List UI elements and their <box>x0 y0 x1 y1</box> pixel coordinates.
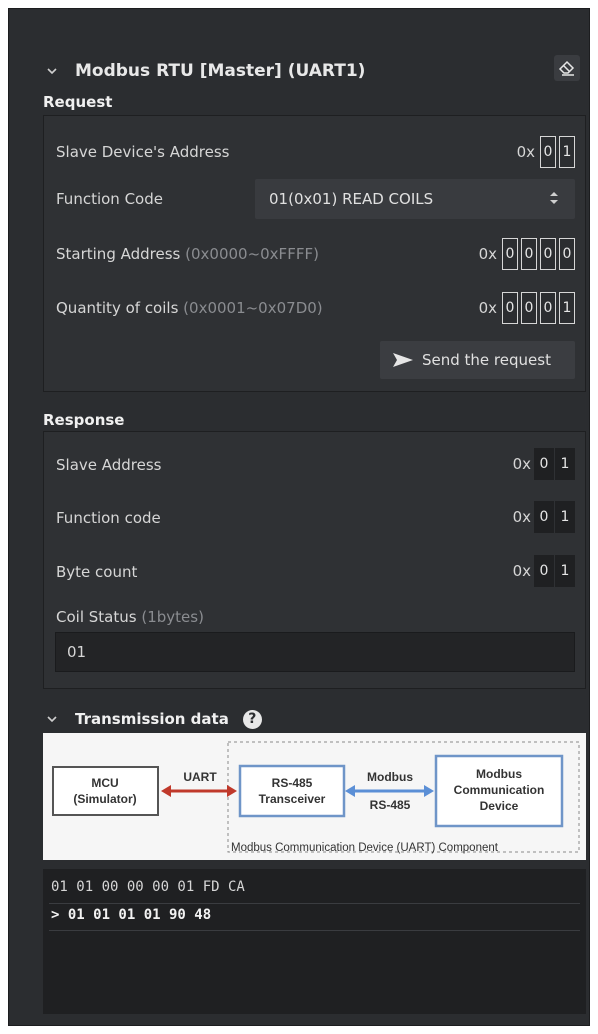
starting-address-input[interactable]: 0x 0 0 0 0 <box>479 236 575 272</box>
transmission-log: 01 01 00 00 00 01 FD CA > 01 01 01 01 90… <box>43 869 586 1014</box>
uart-arrow: UART <box>161 770 237 797</box>
eraser-icon[interactable] <box>554 55 580 81</box>
svg-text:Communication: Communication <box>454 783 545 797</box>
hex-digit[interactable]: 1 <box>559 292 575 324</box>
response-function-code-label: Function code <box>56 509 161 527</box>
svg-text:RS-485: RS-485 <box>272 776 313 790</box>
hex-digit: 0 <box>534 448 554 480</box>
panel-title: Modbus RTU [Master] (UART1) <box>75 61 366 81</box>
hex-digit[interactable]: 0 <box>502 238 518 270</box>
request-section: Slave Device's Address 0x 0 1 Function C… <box>43 115 586 392</box>
starting-address-label: Starting Address (0x0000~0xFFFF) <box>56 245 319 263</box>
component-caption: Modbus Communication Device (UART) Compo… <box>231 842 499 854</box>
hex-digit: 1 <box>555 501 575 533</box>
hex-digit[interactable]: 1 <box>559 136 575 168</box>
chevron-down-icon[interactable] <box>47 66 57 76</box>
request-label: Request <box>43 93 113 111</box>
chevron-down-icon[interactable] <box>47 714 57 724</box>
log-separator <box>49 930 580 931</box>
modbus-arrow: Modbus RS-485 <box>345 770 434 812</box>
function-code-label: Function Code <box>56 190 163 208</box>
svg-text:UART: UART <box>183 770 217 784</box>
byte-count-label: Byte count <box>56 563 138 581</box>
mcu-box: MCU (Simulator) <box>52 766 159 816</box>
hex-digit[interactable]: 0 <box>521 238 537 270</box>
hex-digit[interactable]: 0 <box>521 292 537 324</box>
svg-text:RS-485: RS-485 <box>370 798 411 812</box>
response-label: Response <box>43 411 125 429</box>
byte-count-value: 0x 0 1 <box>513 553 575 589</box>
response-function-code-value: 0x 0 1 <box>513 499 575 535</box>
send-request-button[interactable]: Send the request <box>380 341 575 379</box>
help-icon[interactable]: ? <box>242 709 262 729</box>
log-line-received: > 01 01 01 01 90 48 <box>51 907 212 923</box>
send-arrow-icon <box>393 353 413 367</box>
modbus-device-box: Modbus Communication Device <box>434 754 564 828</box>
transmission-header[interactable]: Transmission data ? <box>47 707 262 731</box>
component-diagram: MCU (Simulator) UART RS-485 Transceiver … <box>43 733 586 860</box>
hex-digit: 0 <box>534 555 554 587</box>
response-slave-address-label: Slave Address <box>56 456 162 474</box>
coil-status-field: 01 <box>55 632 575 672</box>
response-slave-address-value: 0x 0 1 <box>513 446 575 482</box>
coil-status-label: Coil Status (1bytes) <box>56 608 204 626</box>
quantity-input[interactable]: 0x 0 0 0 1 <box>479 290 575 326</box>
response-section: Slave Address 0x 0 1 Function code 0x 0 … <box>43 431 586 689</box>
log-separator <box>49 903 580 904</box>
svg-text:Transceiver: Transceiver <box>259 792 326 806</box>
updown-icon <box>550 192 558 204</box>
svg-text:(Simulator): (Simulator) <box>73 792 136 806</box>
svg-text:Modbus: Modbus <box>476 767 522 781</box>
function-code-select[interactable]: 01(0x01) READ COILS <box>255 179 575 219</box>
hex-digit[interactable]: 0 <box>559 238 575 270</box>
hex-digit[interactable]: 0 <box>540 238 556 270</box>
rs485-transceiver-box: RS-485 Transceiver <box>238 764 346 818</box>
slave-address-input[interactable]: 0x 0 1 <box>517 134 575 170</box>
svg-text:Device: Device <box>480 799 519 813</box>
hex-digit[interactable]: 0 <box>540 136 556 168</box>
transmission-title: Transmission data <box>75 710 229 728</box>
modbus-panel: Modbus RTU [Master] (UART1) Request Slav… <box>8 8 590 1026</box>
hex-digit[interactable]: 0 <box>540 292 556 324</box>
svg-text:MCU: MCU <box>91 776 118 790</box>
log-line-sent: 01 01 00 00 00 01 FD CA <box>51 879 245 895</box>
panel-header[interactable]: Modbus RTU [Master] (UART1) <box>47 59 365 83</box>
slave-address-label: Slave Device's Address <box>56 143 230 161</box>
hex-digit: 0 <box>534 501 554 533</box>
hex-digit: 1 <box>555 448 575 480</box>
quantity-label: Quantity of coils (0x0001~0x07D0) <box>56 299 323 317</box>
hex-digit[interactable]: 0 <box>502 292 518 324</box>
svg-text:Modbus: Modbus <box>367 770 413 784</box>
hex-digit: 1 <box>555 555 575 587</box>
